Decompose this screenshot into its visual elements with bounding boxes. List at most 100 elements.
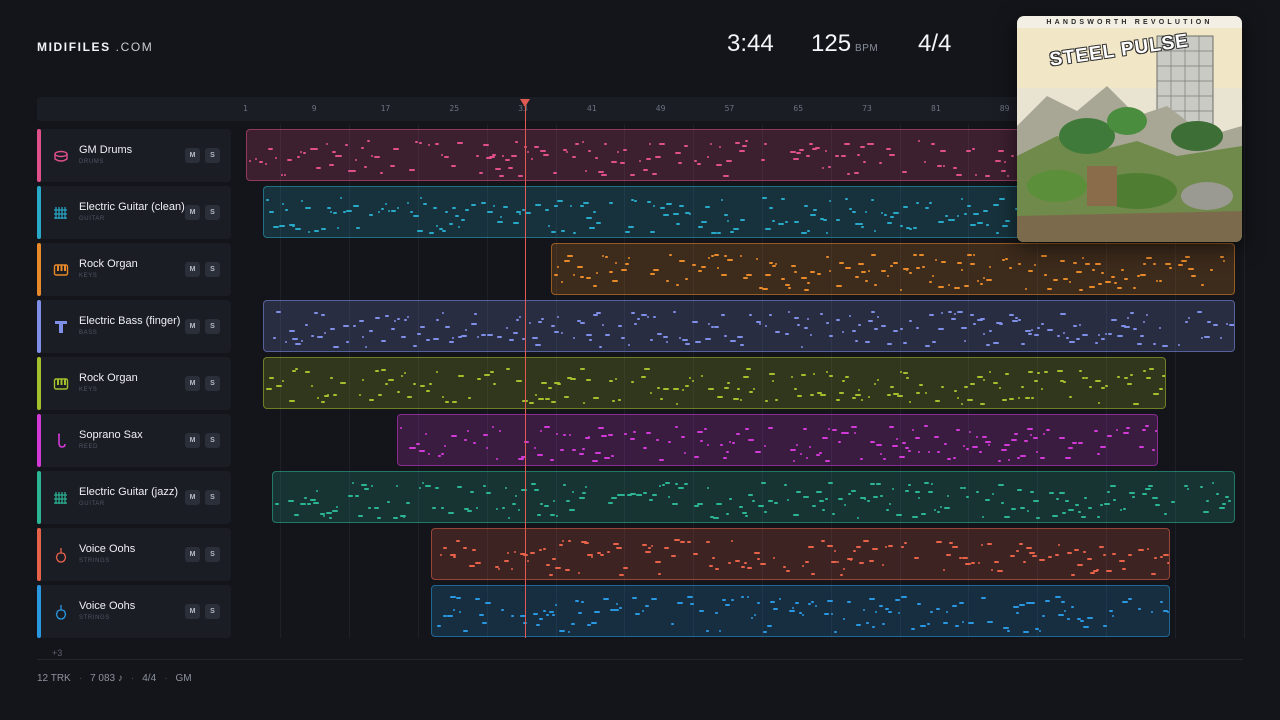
midi-note bbox=[1055, 498, 1059, 500]
mute-button[interactable]: M bbox=[185, 148, 200, 163]
midi-note bbox=[989, 330, 993, 332]
midi-note bbox=[592, 285, 597, 287]
midi-note bbox=[1123, 377, 1128, 379]
midi-note bbox=[518, 213, 521, 215]
midi-note bbox=[571, 623, 576, 625]
midi-note bbox=[1004, 516, 1011, 518]
solo-button[interactable]: S bbox=[205, 433, 220, 448]
track-header[interactable]: Electric Guitar (jazz) GUITAR M S bbox=[37, 471, 231, 524]
midi-note bbox=[885, 546, 888, 548]
track-header[interactable]: Soprano Sax REED M S bbox=[37, 414, 231, 467]
solo-button[interactable]: S bbox=[205, 262, 220, 277]
midi-note bbox=[812, 505, 817, 507]
midi-note bbox=[794, 271, 798, 273]
midi-clip[interactable] bbox=[396, 414, 1158, 466]
midi-note bbox=[822, 219, 827, 221]
midi-clip[interactable] bbox=[263, 300, 1235, 352]
midi-note bbox=[472, 549, 477, 551]
mute-button[interactable]: M bbox=[185, 433, 200, 448]
midi-clip[interactable] bbox=[430, 585, 1171, 637]
midi-note bbox=[605, 334, 611, 336]
mute-button[interactable]: M bbox=[185, 490, 200, 505]
midi-note bbox=[970, 383, 976, 385]
site-logo[interactable]: MIDIFILES .COM bbox=[37, 40, 153, 54]
midi-note bbox=[378, 211, 381, 213]
midi-note bbox=[297, 156, 300, 158]
track-header[interactable]: Voice Oohs STRINGS M S bbox=[37, 585, 231, 638]
solo-button[interactable]: S bbox=[205, 319, 220, 334]
midi-note bbox=[861, 226, 865, 228]
midi-note bbox=[1087, 507, 1092, 509]
midi-clip[interactable] bbox=[430, 528, 1171, 580]
ruler-tick: 81 bbox=[931, 104, 941, 113]
midi-note bbox=[854, 340, 858, 342]
playhead[interactable] bbox=[524, 104, 526, 638]
midi-note bbox=[444, 445, 447, 447]
track-header[interactable]: Voice Oohs STRINGS M S bbox=[37, 528, 231, 581]
more-tracks-indicator[interactable]: +3 bbox=[52, 648, 62, 658]
midi-note bbox=[691, 380, 694, 382]
midi-note bbox=[351, 482, 354, 484]
midi-note bbox=[466, 430, 469, 432]
midi-note bbox=[352, 205, 359, 207]
track-header[interactable]: Electric Guitar (clean) GUITAR M S bbox=[37, 186, 231, 239]
midi-note bbox=[291, 370, 296, 372]
sax-icon bbox=[52, 432, 70, 450]
midi-note bbox=[727, 259, 734, 261]
solo-button[interactable]: S bbox=[205, 604, 220, 619]
midi-note bbox=[508, 167, 514, 169]
midi-note bbox=[730, 231, 735, 233]
midi-note bbox=[1155, 280, 1158, 282]
midi-note bbox=[982, 379, 985, 381]
midi-note bbox=[534, 344, 541, 346]
mute-button[interactable]: M bbox=[185, 604, 200, 619]
midi-note bbox=[1001, 170, 1006, 172]
midi-note bbox=[1029, 434, 1032, 436]
track-header[interactable]: Rock Organ KEYS M S bbox=[37, 357, 231, 410]
solo-button[interactable]: S bbox=[205, 490, 220, 505]
midi-note bbox=[1141, 429, 1146, 431]
mute-button[interactable]: M bbox=[185, 319, 200, 334]
midi-note bbox=[961, 621, 964, 623]
track-header[interactable]: GM Drums DRUMS M S bbox=[37, 129, 231, 182]
solo-button[interactable]: S bbox=[205, 547, 220, 562]
mute-button[interactable]: M bbox=[185, 262, 200, 277]
midi-note bbox=[757, 558, 761, 560]
midi-note bbox=[968, 622, 975, 624]
midi-note bbox=[979, 403, 985, 405]
midi-note bbox=[266, 388, 273, 390]
midi-note bbox=[367, 507, 371, 509]
midi-note bbox=[501, 507, 505, 509]
midi-note bbox=[840, 574, 844, 576]
solo-button[interactable]: S bbox=[205, 205, 220, 220]
mute-button[interactable]: M bbox=[185, 547, 200, 562]
midi-note bbox=[623, 149, 628, 151]
midi-note bbox=[755, 258, 758, 260]
midi-note bbox=[386, 501, 390, 503]
playhead-handle[interactable] bbox=[520, 99, 531, 107]
midi-note bbox=[837, 441, 841, 443]
mute-button[interactable]: M bbox=[185, 205, 200, 220]
midi-note bbox=[1160, 556, 1164, 558]
mute-button[interactable]: M bbox=[185, 376, 200, 391]
midi-note bbox=[831, 429, 837, 431]
midi-note bbox=[927, 451, 930, 453]
midi-note bbox=[704, 338, 711, 340]
midi-note bbox=[621, 269, 628, 271]
midi-note bbox=[913, 557, 919, 559]
midi-clip[interactable] bbox=[551, 243, 1235, 295]
midi-clip[interactable] bbox=[271, 471, 1235, 523]
solo-button[interactable]: S bbox=[205, 148, 220, 163]
midi-note bbox=[849, 559, 852, 561]
track-header[interactable]: Rock Organ KEYS M S bbox=[37, 243, 231, 296]
track-header[interactable]: Electric Bass (finger) BASS M S bbox=[37, 300, 231, 353]
midi-note bbox=[1218, 507, 1225, 509]
midi-note bbox=[989, 266, 992, 268]
midi-note bbox=[796, 444, 799, 446]
midi-note bbox=[558, 544, 563, 546]
midi-note bbox=[1005, 220, 1011, 222]
midi-note bbox=[640, 314, 647, 316]
midi-clip[interactable] bbox=[263, 357, 1167, 409]
midi-note bbox=[1165, 374, 1166, 376]
solo-button[interactable]: S bbox=[205, 376, 220, 391]
